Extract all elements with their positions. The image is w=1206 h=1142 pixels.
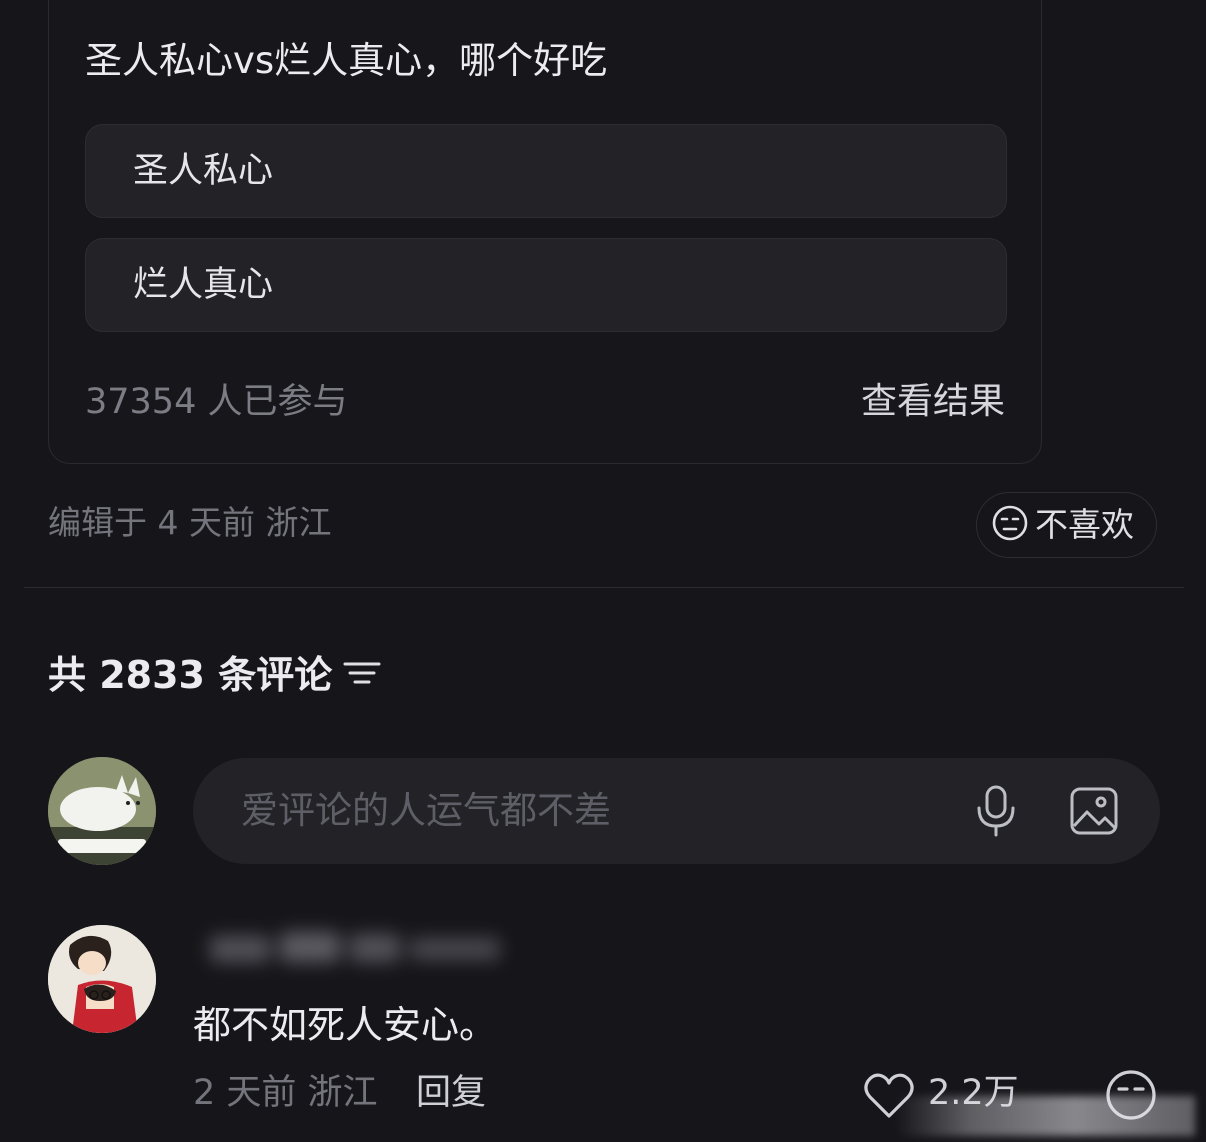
image-icon[interactable]: [1069, 786, 1119, 840]
comment-input-placeholder: 爱评论的人运气都不差: [241, 789, 611, 832]
view-results-link[interactable]: 查看结果: [861, 379, 1005, 425]
poll-option-label: 烂人真心: [133, 265, 274, 305]
avatar[interactable]: [48, 757, 156, 865]
filter-icon[interactable]: [342, 656, 382, 694]
dislike-label: 不喜欢: [1035, 505, 1134, 544]
comment-input[interactable]: 爱评论的人运气都不差: [193, 758, 1160, 864]
comment-count: 共 2833 条评论: [48, 653, 333, 697]
comments-header: 共 2833 条评论: [48, 650, 382, 700]
poll-card: 圣人私心vs烂人真心，哪个好吃 圣人私心 烂人真心 37354 人已参与 查看结…: [48, 0, 1042, 464]
mic-icon[interactable]: [973, 784, 1019, 842]
poll-title: 圣人私心vs烂人真心，哪个好吃: [85, 39, 608, 82]
poll-option-label: 圣人私心: [133, 151, 274, 191]
divider: [24, 587, 1184, 588]
poll-option-1[interactable]: 圣人私心: [85, 124, 1007, 218]
poll-participants: 37354 人已参与: [85, 382, 348, 422]
comment-text: 都不如死人安心。: [193, 1003, 498, 1047]
reply-button[interactable]: 回复: [416, 1070, 486, 1116]
edited-meta: 编辑于 4 天前 浙江: [48, 503, 332, 542]
poll-option-2[interactable]: 烂人真心: [85, 238, 1007, 332]
comment-meta: 2 天前 浙江: [193, 1073, 378, 1113]
avatar[interactable]: [48, 925, 156, 1033]
dislike-button[interactable]: 不喜欢: [976, 492, 1157, 558]
sad-face-icon: [991, 504, 1029, 546]
watermark-overlay: [895, 1096, 1195, 1136]
username-blurred: [210, 928, 510, 968]
